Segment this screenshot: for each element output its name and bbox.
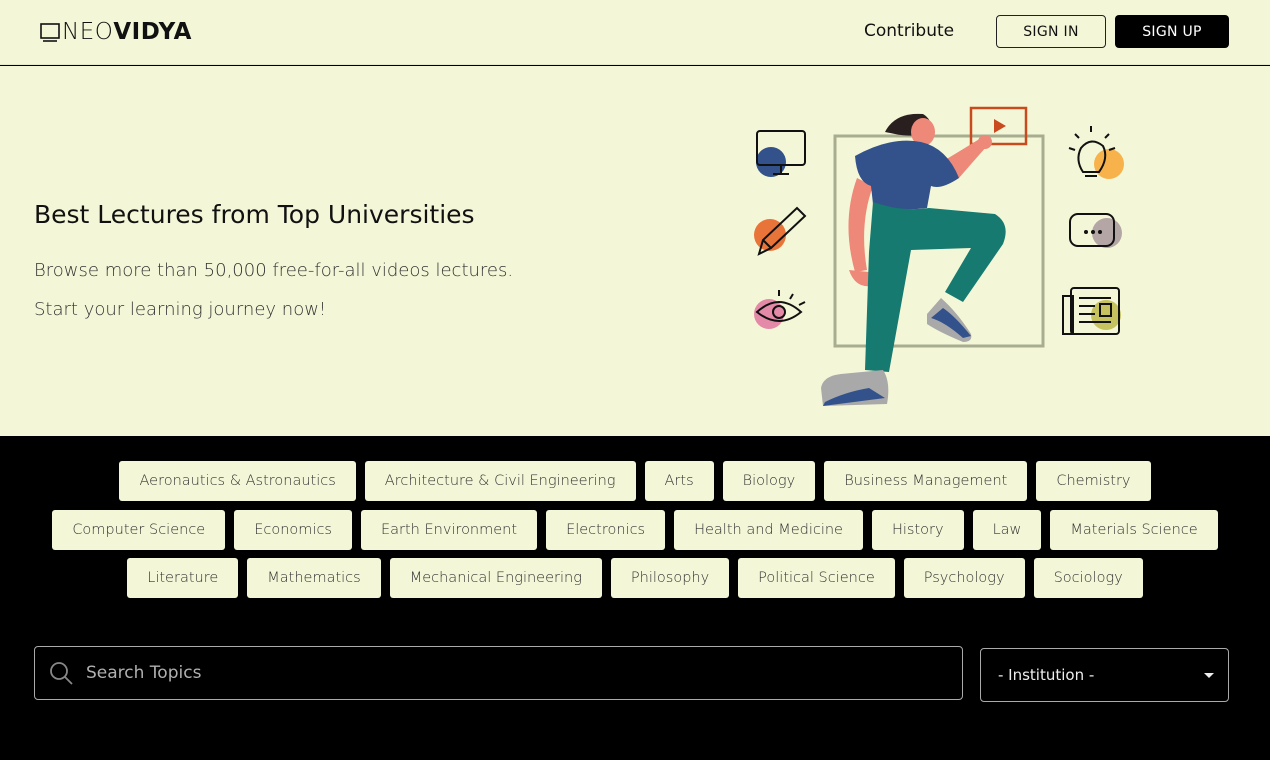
topic-chip[interactable]: Psychology [903,558,1025,598]
topic-chip[interactable]: Materials Science [1050,510,1218,550]
topic-chip[interactable]: Aeronautics & Astronautics [119,461,356,501]
institution-select[interactable]: - Institution - [980,648,1229,702]
topic-chip[interactable]: Economics [234,510,352,550]
person-figure [821,113,1006,406]
institution-select-value: - Institution - [998,666,1095,684]
search-input[interactable] [86,663,936,683]
pencil-icon [754,206,807,256]
topic-chip[interactable]: Business Management [824,461,1028,501]
topic-chip[interactable]: Mechanical Engineering [389,558,602,598]
topic-chip[interactable]: Literature [127,558,239,598]
search-icon [50,662,73,685]
topic-chip[interactable]: Chemistry [1036,461,1151,501]
topic-chip[interactable]: Earth Environment [360,510,538,550]
logo-text-vidya: VIDYA [113,19,192,45]
sign-up-button[interactable]: SIGN UP [1115,15,1229,48]
topic-chip[interactable]: Biology [722,461,816,501]
chat-bubble-icon [1069,213,1122,248]
topic-chip[interactable]: Health and Medicine [674,510,863,550]
topic-chip[interactable]: History [871,510,964,550]
hero-title: Best Lectures from Top Universities [34,200,475,229]
lightbulb-icon [1068,126,1124,179]
topic-row-2: Computer Science Economics Earth Environ… [0,510,1270,550]
topic-row-1: Aeronautics & Astronautics Architecture … [0,461,1270,501]
logo[interactable]: NEO VIDYA [40,19,192,45]
topic-chip[interactable]: Political Science [738,558,895,598]
search-bar [34,646,963,700]
topic-chip[interactable]: Sociology [1033,558,1143,598]
contribute-link[interactable]: Contribute [864,21,954,41]
topic-chip[interactable]: Arts [644,461,714,501]
sign-in-button[interactable]: SIGN IN [996,15,1106,48]
topic-chip[interactable]: Philosophy [610,558,730,598]
logo-text-neo: NEO [62,19,114,45]
hero-section: Best Lectures from Top Universities Brow… [0,66,1270,436]
newspaper-icon [1062,287,1121,335]
hero-illustration [754,106,1124,406]
topic-chip[interactable]: Mathematics [247,558,381,598]
hero-subtitle-line2: Start your learning journey now! [34,299,327,320]
monitor-logo-icon [40,23,60,42]
monitor-icon [756,130,806,177]
topic-chip[interactable]: Electronics [546,510,666,550]
topic-chip[interactable]: Law [972,510,1042,550]
hero-subtitle-line1: Browse more than 50,000 free-for-all vid… [34,260,514,281]
eye-icon [754,290,806,329]
chevron-down-icon [1204,673,1214,678]
topic-chip[interactable]: Architecture & Civil Engineering [364,461,636,501]
topic-row-3: Literature Mathematics Mechanical Engine… [0,558,1270,598]
topic-chip[interactable]: Computer Science [52,510,226,550]
topics-section: Aeronautics & Astronautics Architecture … [0,436,1270,760]
header: NEO VIDYA Contribute SIGN IN SIGN UP [0,0,1270,65]
